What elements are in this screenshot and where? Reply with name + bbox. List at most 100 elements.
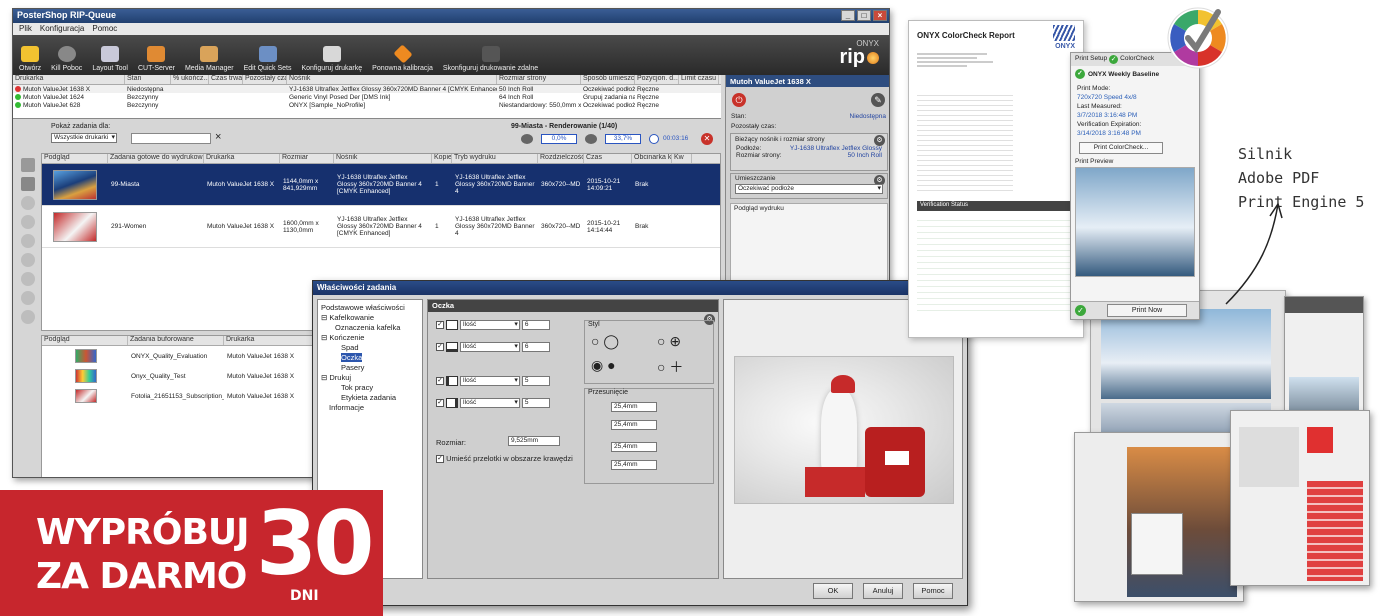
grommet-checkbox[interactable]: ✓ xyxy=(436,377,444,385)
kill-icon xyxy=(57,46,76,62)
close-button[interactable]: × xyxy=(873,10,887,21)
tree-item[interactable]: Oznaczenia kafelka xyxy=(321,323,419,333)
grommet-checkbox[interactable]: ✓ xyxy=(436,399,444,407)
report-meta-lines xyxy=(917,51,997,69)
offline-status-icon xyxy=(15,85,21,92)
menu-konfiguracja[interactable]: Konfiguracja xyxy=(40,24,84,34)
help-button[interactable]: Pomoc xyxy=(913,583,953,599)
move-top-icon[interactable] xyxy=(21,215,35,229)
power-icon[interactable]: ⏻ xyxy=(732,93,746,107)
style-crosshair-option[interactable]: ○ ⊕ xyxy=(657,333,681,350)
preview-image xyxy=(734,356,954,504)
tree-item[interactable]: Informacje xyxy=(321,403,419,413)
edit-icon[interactable] xyxy=(21,177,35,191)
report-brand: ONYX xyxy=(1055,43,1075,50)
grommet-checkbox[interactable]: ✓ xyxy=(436,321,444,329)
grommet-mode-select[interactable]: Ilość xyxy=(459,376,520,386)
tree-item[interactable]: Spad xyxy=(321,343,419,353)
job-row[interactable]: 291-Women Mutoh ValueJet 1638 X 1600,0mm… xyxy=(42,206,720,248)
style-ring-option[interactable]: ○ ◯ xyxy=(591,333,619,350)
open-button[interactable]: Otwórz xyxy=(19,46,41,72)
printer-icon xyxy=(322,46,341,62)
grommet-count-input[interactable]: 6 xyxy=(521,342,550,352)
maximize-button[interactable]: □ xyxy=(857,10,871,21)
print-now-button[interactable]: Print Now xyxy=(1107,304,1187,317)
pause-job-icon[interactable] xyxy=(21,310,35,324)
recalibrate-button[interactable]: Ponowna kalibracja xyxy=(372,44,433,72)
baseline-check-icon: ✓ xyxy=(1075,69,1085,79)
kill-button[interactable]: Kill Poboc xyxy=(51,46,82,72)
move-up-icon[interactable] xyxy=(21,196,35,210)
layout-tool-button[interactable]: Layout Tool xyxy=(92,46,128,72)
grommet-count-input[interactable]: 5 xyxy=(521,398,550,408)
clock-icon xyxy=(649,134,659,144)
cancel-button[interactable]: Anuluj xyxy=(863,583,903,599)
pause-icon[interactable] xyxy=(585,134,597,144)
tree-item[interactable]: Pasery xyxy=(321,363,419,373)
size-input[interactable]: 9,525mm xyxy=(508,436,560,446)
settings-icon[interactable]: ✎ xyxy=(871,93,885,107)
offset-input[interactable]: 25,4mm xyxy=(611,419,657,430)
grommet-mode-select[interactable]: Ilość xyxy=(459,320,520,330)
onyx-logo-icon xyxy=(1053,25,1075,41)
tree-item[interactable]: Tok pracy xyxy=(321,383,419,393)
move-bottom-icon[interactable] xyxy=(21,253,35,267)
left-action-icons xyxy=(17,153,39,333)
idle-status-icon xyxy=(15,101,21,108)
report-table xyxy=(917,91,1013,191)
grommet-mode-select[interactable]: Ilość xyxy=(459,398,520,408)
media-manager-button[interactable]: Media Manager xyxy=(185,46,234,72)
approve-icon[interactable] xyxy=(21,158,35,172)
printer-row[interactable]: Mutoh ValueJet 1638 X Niedostępna YJ-163… xyxy=(13,85,721,93)
clear-search-icon[interactable]: × xyxy=(215,131,221,143)
tab-colorcheck[interactable]: ColorCheck xyxy=(1120,55,1154,64)
job-search-input[interactable] xyxy=(131,133,211,144)
printer-row[interactable]: Mutoh ValueJet 1624 Bezczynny Generic Vi… xyxy=(13,93,721,101)
remote-print-button[interactable]: Skonfiguruj drukowanie zdalne xyxy=(443,46,538,72)
minimize-button[interactable]: _ xyxy=(841,10,855,21)
place-in-edge-checkbox[interactable]: ✓ xyxy=(436,455,444,464)
offset-row: 25,4mm xyxy=(611,419,657,430)
hold-icon[interactable] xyxy=(21,272,35,286)
media-settings-icon[interactable]: ⚙ xyxy=(874,135,885,146)
pause-icon[interactable] xyxy=(521,134,533,144)
ok-button[interactable]: OK xyxy=(813,583,853,599)
cut-server-button[interactable]: CUT-Server xyxy=(138,46,175,72)
offset-input[interactable]: 25,4mm xyxy=(611,441,657,452)
grommet-checkbox[interactable]: ✓ xyxy=(436,343,444,351)
printer-filter-select[interactable]: Wszystkie drukarki xyxy=(51,133,117,143)
grommet-count-input[interactable]: 5 xyxy=(521,376,550,386)
offset-input[interactable]: 25,4mm xyxy=(611,401,657,412)
cancel-render-icon[interactable]: ✕ xyxy=(701,133,713,145)
free-trial-badge[interactable]: WYPRÓBUJ ZA DARMO 30 DNI xyxy=(0,490,383,616)
tree-item-selected[interactable]: Oczka xyxy=(321,353,419,363)
tab-print-setup[interactable]: Print Setup xyxy=(1075,55,1107,64)
tree-item[interactable]: ⊟ Kończenie xyxy=(321,333,419,343)
spooled-thumbnail xyxy=(75,389,97,403)
footer-check-icon: ✓ xyxy=(1075,305,1086,316)
tree-item[interactable]: ⊟ Drukuj xyxy=(321,373,419,383)
menu-pomoc[interactable]: Pomoc xyxy=(92,24,117,34)
edge-bottom-icon xyxy=(445,342,458,352)
printer-row[interactable]: Mutoh ValueJet 628 Bezczynny ONYX [Sampl… xyxy=(13,101,721,109)
tree-item[interactable]: Etykieta zadania xyxy=(321,393,419,403)
placement-select[interactable]: Oczekiwać podłoże xyxy=(735,183,883,194)
grommet-mode-select[interactable]: Ilość xyxy=(459,342,520,352)
style-dot-option[interactable]: ◉ ● xyxy=(591,357,616,374)
style-cross-option[interactable]: ○ ＋ xyxy=(657,357,683,377)
offset-row: 25,4mm xyxy=(611,459,657,470)
job-row[interactable]: 99-Miasta Mutoh ValueJet 1638 X 1144,0mm… xyxy=(42,164,720,206)
quick-sets-button[interactable]: Edit Quick Sets xyxy=(244,46,291,72)
configure-printer-button[interactable]: Konfiguruj drukarkę xyxy=(301,46,362,72)
calibration-window xyxy=(1230,410,1370,586)
grommet-count-input[interactable]: 6 xyxy=(521,320,550,330)
media-icon xyxy=(200,46,219,62)
delete-icon[interactable] xyxy=(21,291,35,305)
print-colorcheck-button[interactable]: Print ColorCheck... xyxy=(1079,142,1163,154)
tree-item[interactable]: ⊟ Kafelkowanie xyxy=(321,313,419,323)
tree-item[interactable]: Podstawowe właściwości xyxy=(321,303,419,313)
move-down-icon[interactable] xyxy=(21,234,35,248)
menubar: Plik Konfiguracja Pomoc xyxy=(13,23,889,35)
menu-plik[interactable]: Plik xyxy=(19,24,32,34)
offset-input[interactable]: 25,4mm xyxy=(611,459,657,470)
